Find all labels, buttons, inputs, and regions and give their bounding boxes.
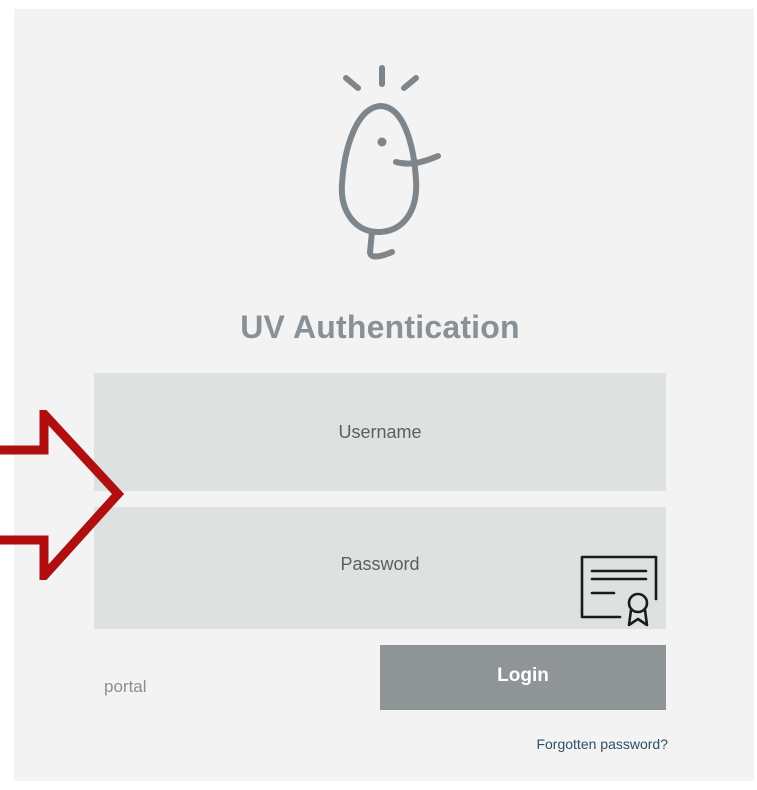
password-field[interactable]: Password <box>94 507 666 629</box>
login-button[interactable]: Login <box>380 645 666 710</box>
forgotten-password-link[interactable]: Forgotten password? <box>536 736 668 752</box>
username-field[interactable]: Username <box>94 373 666 491</box>
page-title: UV Authentication <box>240 309 520 345</box>
bird-mascot-logo-icon <box>338 65 441 260</box>
certificate-icon[interactable] <box>576 551 662 627</box>
username-placeholder: Username <box>338 422 422 442</box>
page: UV Authentication Username Password port… <box>0 0 757 790</box>
red-arrow-icon <box>0 410 125 580</box>
portal-label: portal <box>104 677 147 696</box>
